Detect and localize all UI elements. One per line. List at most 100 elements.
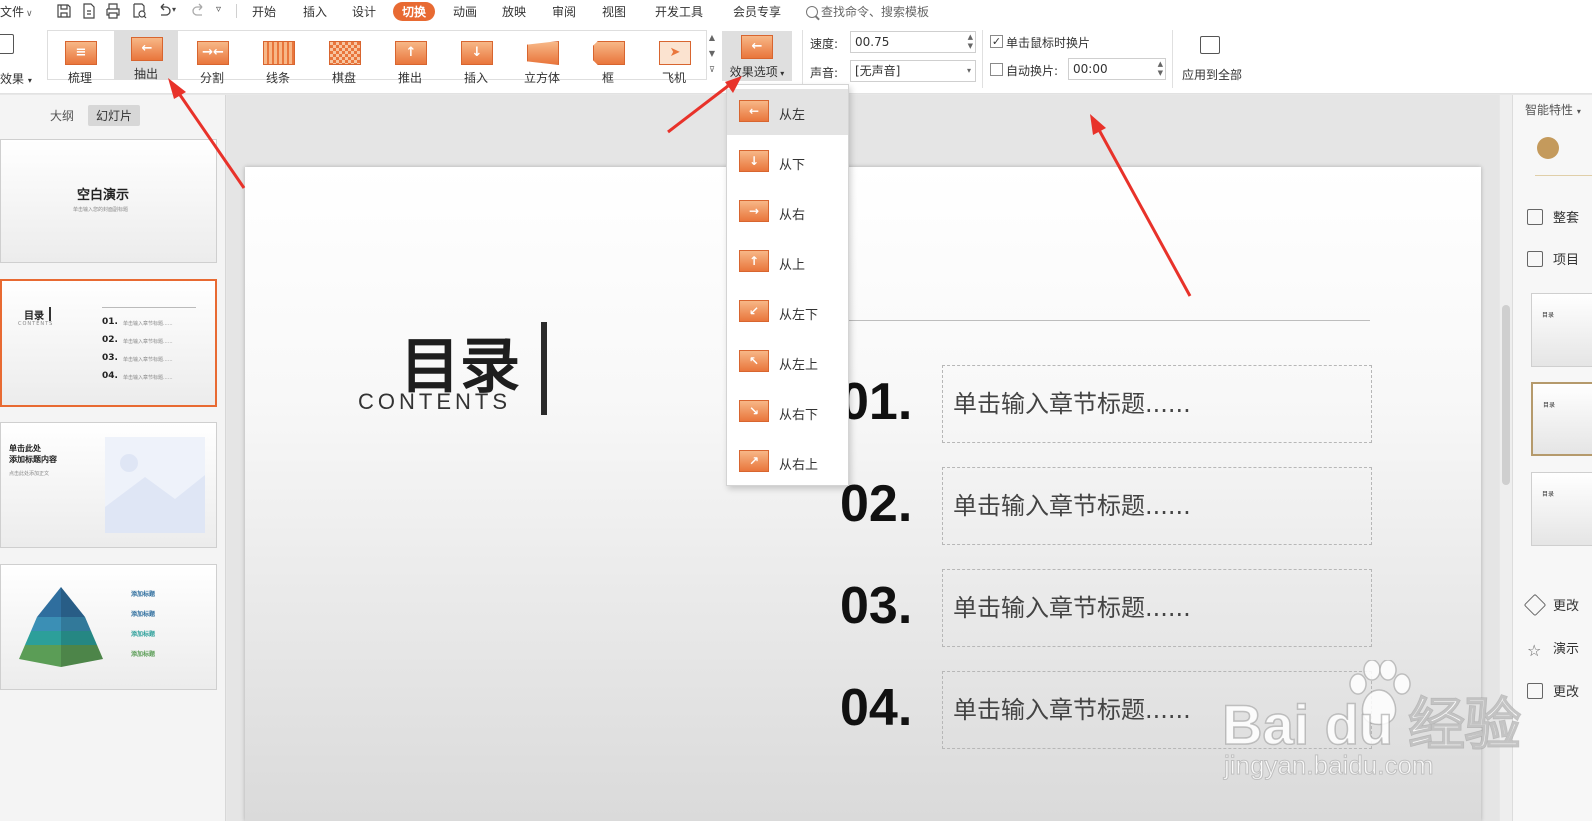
tab-slideshow[interactable]: 放映 [502,3,526,20]
option-from-top-right[interactable]: ↗ 从右上 [727,439,848,485]
panel-action-download[interactable]: 整套 [1527,207,1579,226]
arrow-left-icon: ← [739,100,769,122]
tab-home[interactable]: 开始 [252,3,276,20]
effect-options-icon: ← [741,35,773,59]
template-thumbnail[interactable]: 目录 [1531,472,1592,546]
tab-outline[interactable]: 大纲 [42,105,82,126]
transition-box[interactable]: 框 [576,35,640,85]
arrow-up-right-icon: ↗ [739,450,769,472]
panel-action-present[interactable]: ☆ 演示 [1527,638,1579,660]
command-search[interactable]: 查找命令、搜索模板 [806,3,929,20]
transition-pull-out[interactable]: ← 抽出 [114,31,178,81]
effect-button[interactable]: 效果 ▾ [0,32,36,86]
slide-thumbnail-1[interactable]: 空白演示 单击输入您的封面副标题 [0,139,217,263]
thumb-item: 添加标题 [131,651,156,658]
tab-design[interactable]: 设计 [352,3,376,20]
sound-label: 声音: [810,66,839,80]
tab-developer[interactable]: 开发工具 [655,3,703,20]
diamond-tag-icon [1523,593,1547,617]
panel-action-change[interactable]: 更改 [1523,593,1579,617]
menu-bar: 文件 ∨ ▾ ▿ 开始 插入 设计 切换 动画 放映 审阅 视图 开发工具 会员专… [0,0,1592,24]
sound-select[interactable]: [无声音] ▾ [850,60,976,82]
slide-item-textbox[interactable]: 单击输入章节标题...... [942,467,1372,545]
design-brand-icon[interactable] [1537,137,1559,159]
thumb-subtitle: 单击输入您的封面副标题 [73,207,129,213]
option-from-right[interactable]: → 从右 [727,189,848,235]
customize-toolbar-icon[interactable]: ▿ [216,4,232,20]
file-menu[interactable]: 文件 ∨ [0,3,33,20]
tab-transition[interactable]: 切换 [393,2,436,21]
arrow-up-left-icon: ↖ [739,350,769,372]
panel-action-layout[interactable]: 更改 [1527,681,1579,700]
undo-dropdown-icon[interactable]: ▾ [172,5,180,21]
slide-item-number[interactable]: 02. [840,474,912,534]
speed-input[interactable]: 00.75 ▲ ▼ [850,31,976,53]
spinner-icon[interactable]: ▲ ▼ [968,33,973,51]
export-pdf-icon[interactable] [81,3,97,19]
scrollbar-thumb[interactable] [1502,305,1510,485]
star-icon: ☆ [1527,641,1542,660]
transition-airplane[interactable]: ➤ 飞机 [642,35,706,85]
tab-slides[interactable]: 幻灯片 [88,105,141,126]
transition-lines[interactable]: 线条 [246,35,310,85]
auto-advance-label: 自动换片: [1006,64,1059,78]
template-thumbnail[interactable]: 目录 [1531,293,1592,367]
option-from-top[interactable]: ↑ 从上 [727,239,848,285]
lines-transition-icon [263,41,295,65]
template-thumbnail[interactable]: 目录 [1531,382,1592,456]
print-preview-icon[interactable] [131,3,147,19]
option-from-bottom[interactable]: ↓ 从下 [727,139,848,185]
auto-advance-time-value: 00:00 [1073,62,1108,76]
slide-subtitle[interactable]: CONTENTS [358,389,511,415]
option-from-bottom-left[interactable]: ↙ 从左下 [727,289,848,335]
image-placeholder-icon [105,454,205,533]
airplane-transition-icon: ➤ [659,41,691,65]
undo-icon[interactable] [156,3,172,19]
redo-icon[interactable] [191,3,207,19]
split-transition-icon: →← [197,41,229,65]
slide-item-textbox[interactable]: 单击输入章节标题...... [942,569,1372,647]
slide-thumbnail-2[interactable]: 目录 CONTENTS 01. 单击输入章节标题...... 02. 单击输入章… [0,279,217,407]
effect-options-button[interactable]: ← 效果选项 ▾ [722,31,792,81]
smart-features-header[interactable]: 智能特性 ▾ [1525,101,1581,118]
auto-advance-time-input[interactable]: 00:00 ▲ ▼ [1068,58,1166,80]
list-icon [1527,251,1543,267]
tab-member[interactable]: 会员专享 [733,3,781,20]
thumb-title-bar [49,307,51,321]
save-icon[interactable] [56,3,72,19]
slide-item-textbox[interactable]: 单击输入章节标题...... [942,365,1372,443]
apply-all-icon [1200,36,1220,54]
tab-review[interactable]: 审阅 [552,3,576,20]
option-from-bottom-right[interactable]: ↘ 从右下 [727,389,848,435]
slide-thumbnail-4[interactable]: 添加标题 添加标题 添加标题 添加标题 [0,564,217,690]
slide-item-number[interactable]: 04. [840,678,912,738]
slide-item-number[interactable]: 01. [840,372,912,432]
tab-insert[interactable]: 插入 [303,3,327,20]
arrow-down-icon: ↓ [739,150,769,172]
transition-comb[interactable]: ≡ 梳理 [48,35,112,85]
tab-animation[interactable]: 动画 [453,3,477,20]
gallery-scroll[interactable]: ▲ ▼ ⊽ [706,30,718,80]
apply-to-all-button[interactable]: 应用到全部 [1168,32,1268,88]
tab-view[interactable]: 视图 [602,3,626,20]
option-label: 从左下 [779,308,819,323]
baidu-watermark: Bai du 经验 jingyan.baidu.com [1221,660,1522,790]
transition-checkerboard[interactable]: 棋盘 [312,35,376,85]
thumb-item-text: 单击输入章节标题...... [123,339,173,345]
transition-cube[interactable]: 立方体 [510,35,574,85]
slide-thumbnail-3[interactable]: 单击此处 添加标题内容 点击此处添加正文 [0,422,217,548]
auto-advance-checkbox[interactable] [990,63,1003,76]
transition-gallery: ≡ 梳理 ← 抽出 →← 分割 线条 棋盘 ↑ 推出 ↓ 插入 立方体 框 ➤ 飞机 [47,30,707,85]
thumb-item-text: 单击输入章节标题...... [123,357,173,363]
option-from-left[interactable]: ← 从左 [727,89,848,135]
transition-insert[interactable]: ↓ 插入 [444,35,508,85]
option-from-top-left[interactable]: ↖ 从左上 [727,339,848,385]
slide-item-number[interactable]: 03. [840,576,912,636]
on-click-checkbox[interactable]: ✓ [990,35,1003,48]
spinner-icon[interactable]: ▲ ▼ [1158,60,1163,78]
panel-action-list[interactable]: 项目 [1527,249,1579,268]
thumb-item-text: 单击输入章节标题...... [123,321,173,327]
transition-split[interactable]: →← 分割 [180,35,244,85]
transition-push[interactable]: ↑ 推出 [378,35,442,85]
print-icon[interactable] [105,3,121,19]
